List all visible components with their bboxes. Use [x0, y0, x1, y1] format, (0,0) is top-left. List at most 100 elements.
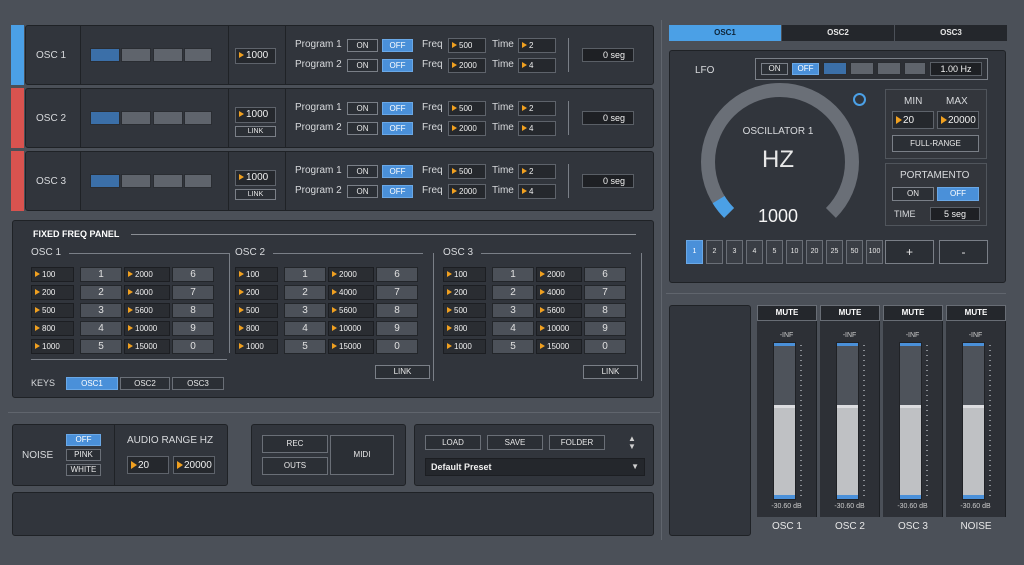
time-field[interactable]: 4 — [518, 58, 556, 73]
ff-key-button[interactable]: 9 — [376, 321, 418, 336]
fader-track[interactable] — [899, 342, 922, 500]
ff-freq-field[interactable]: 5600 — [124, 303, 170, 318]
ff-key-button[interactable]: 0 — [376, 339, 418, 354]
ff-freq-field[interactable]: 500 — [235, 303, 278, 318]
program-off-button[interactable]: OFF — [382, 102, 413, 115]
step-button[interactable]: 2 — [706, 240, 723, 264]
audio-range-min-field[interactable]: 20 — [127, 456, 169, 474]
noise-pink-button[interactable]: PINK — [66, 449, 101, 461]
osc-link-button[interactable]: LINK — [235, 126, 276, 137]
program-on-button[interactable]: ON — [347, 122, 378, 135]
time-field[interactable]: 2 — [518, 164, 556, 179]
lfo-off-button[interactable]: OFF — [792, 63, 819, 75]
ff-key-button[interactable]: 9 — [584, 321, 626, 336]
ff-freq-field[interactable]: 15000 — [536, 339, 582, 354]
ff-key-button[interactable]: 3 — [80, 303, 122, 318]
osc-link-button[interactable]: LINK — [235, 189, 276, 200]
load-button[interactable]: LOAD — [425, 435, 481, 450]
ff-key-button[interactable]: 5 — [492, 339, 534, 354]
freq-field[interactable]: 500 — [448, 164, 486, 179]
ff-key-button[interactable]: 7 — [376, 285, 418, 300]
ff-freq-field[interactable]: 500 — [31, 303, 74, 318]
ff-key-button[interactable]: 4 — [284, 321, 326, 336]
step-button[interactable]: 3 — [726, 240, 743, 264]
decrement-button[interactable]: - — [939, 240, 988, 264]
step-button[interactable]: 10 — [786, 240, 803, 264]
ff-freq-field[interactable]: 2000 — [124, 267, 170, 282]
folder-button[interactable]: FOLDER — [549, 435, 605, 450]
freq-field[interactable]: 500 — [448, 38, 486, 53]
ff-key-button[interactable]: 6 — [376, 267, 418, 282]
mute-button[interactable]: MUTE — [820, 305, 880, 321]
ff-key-button[interactable]: 3 — [284, 303, 326, 318]
ff-key-button[interactable]: 1 — [284, 267, 326, 282]
ff-freq-field[interactable]: 200 — [443, 285, 486, 300]
ff-freq-field[interactable]: 10000 — [124, 321, 170, 336]
ff-key-button[interactable]: 6 — [584, 267, 626, 282]
mute-button[interactable]: MUTE — [946, 305, 1006, 321]
square-wave-icon[interactable] — [184, 111, 212, 125]
program-off-button[interactable]: OFF — [382, 39, 413, 52]
tab-osc3[interactable]: OSC3 — [895, 25, 1007, 41]
freq-field[interactable]: 2000 — [448, 184, 486, 199]
ff-key-button[interactable]: 2 — [492, 285, 534, 300]
step-button[interactable]: 20 — [806, 240, 823, 264]
saw-wave-icon[interactable] — [153, 48, 183, 62]
step-button[interactable]: 25 — [826, 240, 843, 264]
ff-key-button[interactable]: 1 — [80, 267, 122, 282]
fader-track[interactable] — [836, 342, 859, 500]
program-off-button[interactable]: OFF — [382, 185, 413, 198]
ff-freq-field[interactable]: 100 — [31, 267, 74, 282]
fader-track[interactable] — [962, 342, 985, 500]
ff-key-button[interactable]: 5 — [284, 339, 326, 354]
keys-osc3-button[interactable]: OSC3 — [172, 377, 224, 390]
ff-link-button[interactable]: LINK — [375, 365, 430, 379]
time-field[interactable]: 4 — [518, 121, 556, 136]
ff-key-button[interactable]: 8 — [172, 303, 214, 318]
portamento-on-button[interactable]: ON — [892, 187, 934, 201]
ff-freq-field[interactable]: 2000 — [328, 267, 374, 282]
program-off-button[interactable]: OFF — [382, 59, 413, 72]
keys-osc2-button[interactable]: OSC2 — [120, 377, 170, 390]
ff-freq-field[interactable]: 4000 — [124, 285, 170, 300]
ff-key-button[interactable]: 7 — [584, 285, 626, 300]
ff-freq-field[interactable]: 10000 — [328, 321, 374, 336]
step-button[interactable]: 5 — [766, 240, 783, 264]
ff-freq-field[interactable]: 200 — [31, 285, 74, 300]
ff-freq-field[interactable]: 800 — [235, 321, 278, 336]
program-on-button[interactable]: ON — [347, 39, 378, 52]
ff-key-button[interactable]: 5 — [80, 339, 122, 354]
osc-value-field[interactable]: 1000 — [235, 48, 276, 64]
program-off-button[interactable]: OFF — [382, 122, 413, 135]
ff-freq-field[interactable]: 10000 — [536, 321, 582, 336]
max-field[interactable]: 20000 — [937, 111, 979, 129]
osc-value-field[interactable]: 1000 — [235, 170, 276, 186]
step-button[interactable]: 100 — [866, 240, 883, 264]
program-off-button[interactable]: OFF — [382, 165, 413, 178]
ff-key-button[interactable]: 1 — [492, 267, 534, 282]
ff-freq-field[interactable]: 1000 — [235, 339, 278, 354]
step-button[interactable]: 1 — [686, 240, 703, 264]
midi-button[interactable]: MIDI — [330, 435, 394, 475]
ff-key-button[interactable]: 3 — [492, 303, 534, 318]
program-on-button[interactable]: ON — [347, 59, 378, 72]
triangle-wave-icon[interactable] — [121, 48, 151, 62]
lfo-triangle-wave-icon[interactable] — [850, 62, 874, 75]
fader-track[interactable] — [773, 342, 796, 500]
noise-off-button[interactable]: OFF — [66, 434, 101, 446]
ff-freq-field[interactable]: 15000 — [328, 339, 374, 354]
ff-key-button[interactable]: 4 — [492, 321, 534, 336]
sine-wave-icon[interactable] — [90, 111, 120, 125]
ff-freq-field[interactable]: 800 — [443, 321, 486, 336]
outs-button[interactable]: OUTS — [262, 457, 328, 475]
saw-wave-icon[interactable] — [153, 111, 183, 125]
ff-key-button[interactable]: 4 — [80, 321, 122, 336]
program-on-button[interactable]: ON — [347, 185, 378, 198]
ff-key-button[interactable]: 2 — [80, 285, 122, 300]
ff-freq-field[interactable]: 5600 — [536, 303, 582, 318]
ff-freq-field[interactable]: 200 — [235, 285, 278, 300]
full-range-button[interactable]: FULL-RANGE — [892, 135, 979, 152]
step-button[interactable]: 50 — [846, 240, 863, 264]
ff-freq-field[interactable]: 1000 — [31, 339, 74, 354]
ff-key-button[interactable]: 8 — [584, 303, 626, 318]
